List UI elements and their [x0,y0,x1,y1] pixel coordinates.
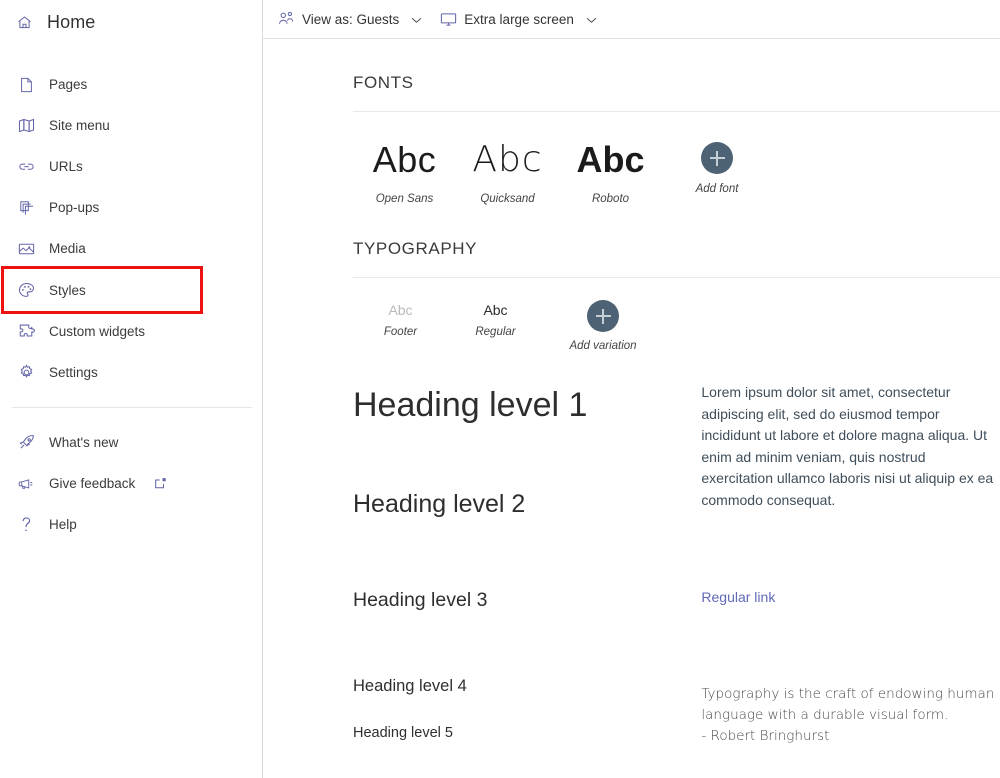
heading-level-5-sample[interactable]: Heading level 5 [353,723,701,743]
sidebar-item-pages[interactable]: Pages [0,64,262,105]
link-icon [18,158,35,175]
font-sample: Abc [576,139,645,180]
add-variation-button[interactable] [587,300,619,332]
monitor-icon [440,11,457,28]
gear-icon [18,364,35,381]
fonts-row: Abc Open Sans Abc Quicksand Abc Roboto A… [263,138,1000,205]
sidebar-item-label: Help [49,517,77,532]
sidebar-nav: Pages Site menu URLs Pop-ups Media Style… [0,64,262,545]
specimen-headings-column: Heading level 1 Heading level 2 Heading … [353,376,701,747]
add-variation-label: Add variation [569,340,637,352]
sidebar-item-whats-new[interactable]: What's new [0,422,262,463]
typography-specimen: Heading level 1 Heading level 2 Heading … [263,376,1000,747]
heading-level-2-sample[interactable]: Heading level 2 [353,488,701,520]
variation-card-regular[interactable]: Abc Regular [448,300,543,338]
view-as-button[interactable]: View as: Guests [270,6,430,33]
plus-icon [595,308,611,324]
sidebar-item-label: Site menu [49,118,110,133]
sidebar-home-label: Home [47,11,96,32]
view-as-label: View as: Guests [302,11,400,27]
sidebar-item-label: Styles [49,282,86,298]
sidebar-item-popups[interactable]: Pop-ups [0,187,262,228]
puzzle-icon [18,323,35,340]
page-icon [18,76,35,93]
font-name: Open Sans [375,193,434,205]
sidebar-item-styles[interactable]: Styles [1,266,203,314]
sidebar-item-label: Settings [49,365,98,380]
home-icon [16,14,33,31]
popup-icon [18,199,35,216]
sidebar-home[interactable]: Home [0,0,262,44]
sidebar-item-label: Media [49,241,86,256]
sidebar-item-label: Pop-ups [49,200,100,215]
plus-icon [709,150,725,166]
variation-sample: Abc [483,302,508,318]
font-sample: Abc [372,139,437,180]
font-card-open-sans[interactable]: Abc Open Sans [353,138,456,205]
add-font-label: Add font [695,183,739,195]
sidebar-item-give-feedback[interactable]: Give feedback [0,463,262,504]
fonts-section-title: FONTS [353,73,414,92]
add-font-button[interactable] [701,142,733,174]
add-variation-wrapper: Add variation [543,300,663,352]
font-card-quicksand[interactable]: Abc Quicksand [456,138,559,205]
heading-level-3-sample[interactable]: Heading level 3 [353,587,701,613]
styles-content: FONTS Abc Open Sans Abc Quicksand Abc Ro… [263,73,1000,747]
variation-name: Footer [383,326,418,338]
font-name: Roboto [591,193,630,205]
add-font-wrapper: Add font [662,138,772,195]
regular-link-sample[interactable]: Regular link [701,589,1000,605]
sidebar-item-label: Custom widgets [49,324,146,339]
variation-card-footer[interactable]: Abc Footer [353,300,448,338]
external-link-icon [154,477,167,490]
site-menu-icon [18,117,35,134]
people-icon [278,11,295,28]
heading-level-1-sample[interactable]: Heading level 1 [353,384,701,426]
screen-size-button[interactable]: Extra large screen [432,6,605,33]
body-paragraph-sample[interactable]: Lorem ipsum dolor sit amet, consectetur … [701,382,1000,511]
fonts-section-rule [353,111,1000,112]
megaphone-icon [18,475,35,492]
sidebar-divider [12,407,252,408]
sidebar-item-site-menu[interactable]: Site menu [0,105,262,146]
specimen-body-column: Lorem ipsum dolor sit amet, consectetur … [701,376,1000,747]
heading-level-4-sample[interactable]: Heading level 4 [353,675,701,697]
sidebar-item-urls[interactable]: URLs [0,146,262,187]
variation-name: Regular [475,326,516,338]
sidebar-item-media[interactable]: Media [0,228,262,269]
typography-section-title: TYPOGRAPHY [353,239,478,258]
question-icon [18,516,35,533]
palette-icon [18,282,35,299]
toolbar: View as: Guests Extra large screen [263,0,1000,39]
sidebar-item-label: Pages [49,77,88,92]
sidebar-item-settings[interactable]: Settings [0,352,262,393]
typography-variations-row: Abc Footer Abc Regular Add variation [263,300,1000,352]
font-card-roboto[interactable]: Abc Roboto [559,138,662,205]
chevron-down-icon [586,12,597,27]
chevron-down-icon [411,12,422,27]
sidebar-item-label: What's new [49,435,119,450]
main-panel: View as: Guests Extra large screen FONTS… [263,0,1000,778]
sidebar: Home Pages Site menu URLs Pop-ups Media … [0,0,263,778]
sidebar-item-label: Give feedback [49,476,136,491]
screen-size-label: Extra large screen [464,11,574,27]
media-image-icon [18,240,35,257]
typography-section-rule [353,277,1000,278]
font-name: Quicksand [480,193,535,205]
rocket-icon [18,434,35,451]
variation-sample: Abc [388,302,413,318]
sidebar-item-label: URLs [49,159,83,174]
sidebar-item-custom-widgets[interactable]: Custom widgets [0,311,262,352]
quote-sample[interactable]: Typography is the craft of endowing huma… [701,684,1000,747]
font-sample: Abc [472,139,543,180]
sidebar-item-help[interactable]: Help [0,504,262,545]
